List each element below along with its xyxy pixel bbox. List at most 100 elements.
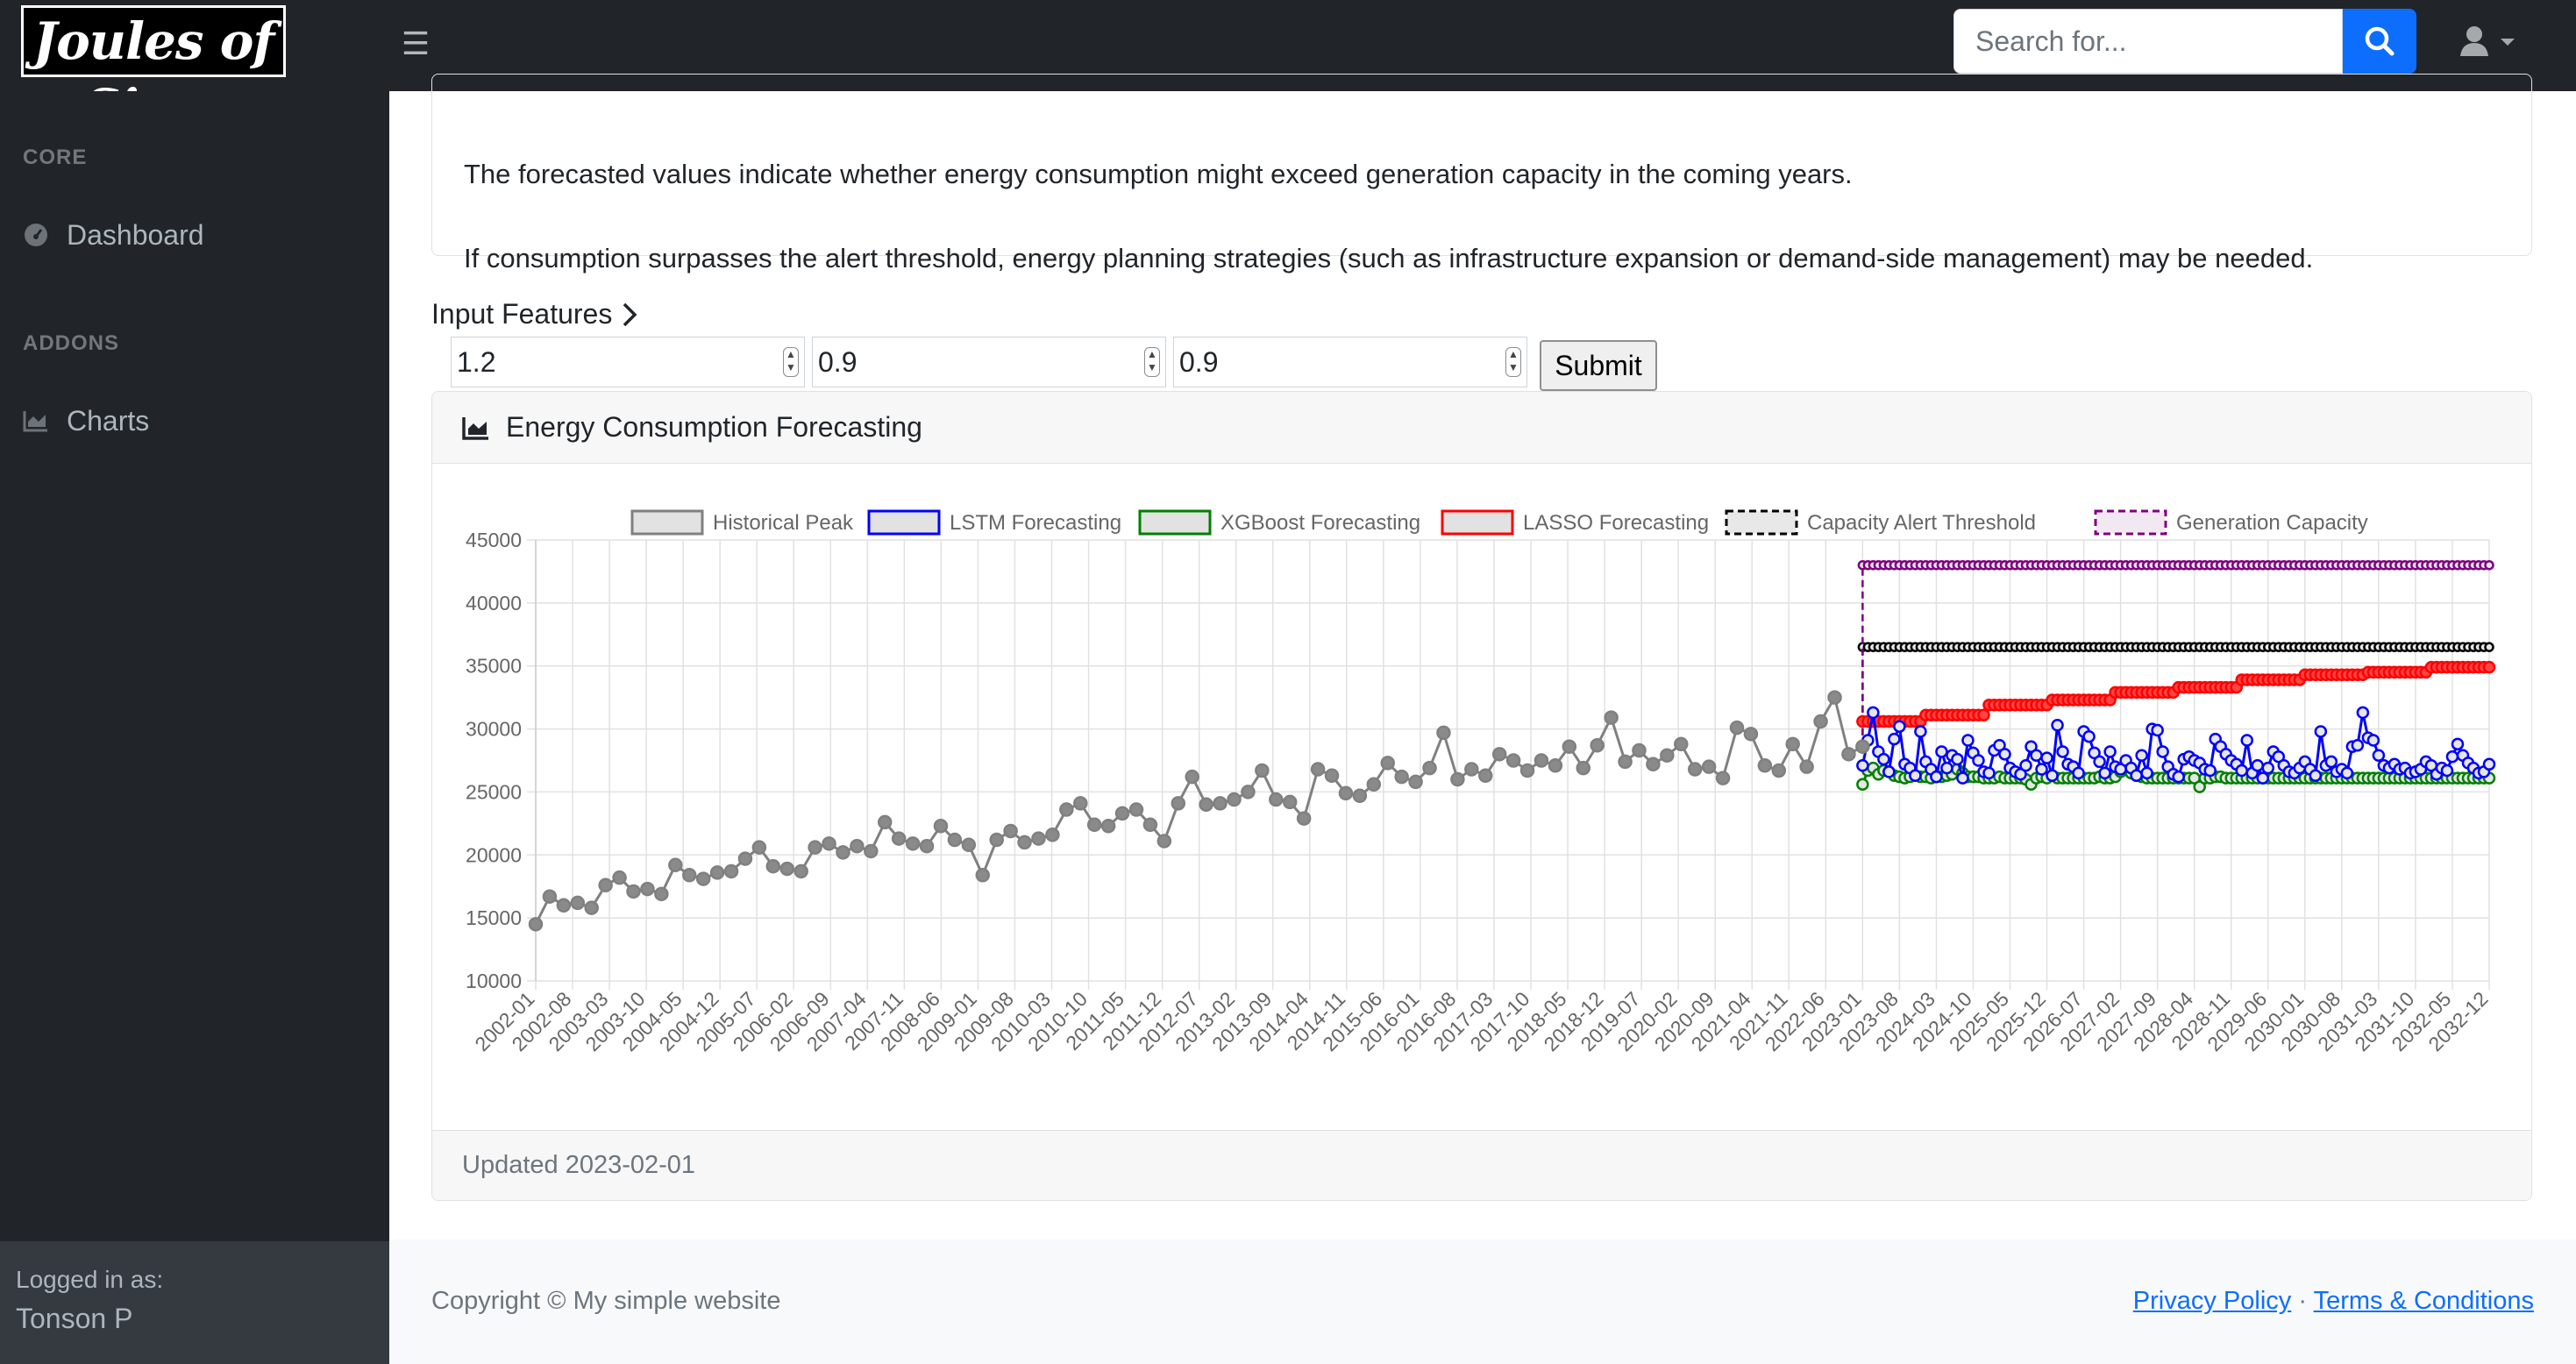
data-point[interactable] [1031, 831, 1046, 846]
data-point[interactable] [1799, 759, 1814, 774]
data-point[interactable] [1729, 720, 1745, 735]
data-point[interactable] [2172, 770, 2185, 784]
data-point[interactable] [864, 843, 879, 859]
data-point[interactable] [556, 898, 572, 913]
data-point[interactable] [1185, 769, 1199, 785]
data-point[interactable] [1701, 759, 1717, 774]
data-point[interactable] [947, 832, 963, 848]
data-point[interactable] [2040, 751, 2053, 764]
data-point[interactable] [1660, 748, 1675, 764]
data-point[interactable] [1576, 760, 1591, 776]
feature-input-1[interactable]: 1.2 ▲ ▼ [451, 337, 805, 387]
data-point[interactable] [905, 836, 921, 851]
data-point[interactable] [626, 884, 641, 899]
data-point[interactable] [1324, 768, 1340, 783]
data-point[interactable] [1100, 818, 1116, 834]
data-point[interactable] [1893, 720, 1906, 733]
data-point[interactable] [1909, 769, 1922, 782]
data-point[interactable] [765, 858, 781, 874]
data-point[interactable] [1961, 734, 1975, 747]
data-point[interactable] [2366, 734, 2380, 747]
data-point[interactable] [989, 832, 1004, 848]
data-point[interactable] [2324, 755, 2338, 769]
data-point[interactable] [1045, 828, 1060, 842]
legend-item[interactable]: Capacity Alert Threshold [1725, 509, 2036, 536]
data-point[interactable] [1059, 802, 1074, 817]
data-point[interactable] [1785, 736, 1800, 752]
data-point[interactable] [1450, 771, 1465, 787]
data-point[interactable] [570, 895, 586, 911]
data-point[interactable] [933, 818, 949, 834]
data-point[interactable] [2351, 739, 2365, 752]
data-point[interactable] [1282, 794, 1298, 810]
data-point[interactable] [1562, 739, 1577, 754]
data-point[interactable] [1505, 753, 1521, 768]
data-point[interactable] [2451, 737, 2465, 751]
data-point[interactable] [2035, 763, 2048, 776]
data-point[interactable] [1003, 823, 1018, 839]
legend-item[interactable]: LASSO Forecasting [1441, 509, 1709, 536]
data-point[interactable] [1394, 769, 1409, 785]
data-point[interactable] [1930, 770, 1943, 784]
feature-input-2[interactable]: 0.9 ▲ ▼ [812, 337, 1166, 387]
data-point[interactable] [2251, 758, 2265, 772]
data-point[interactable] [1171, 796, 1186, 811]
data-point[interactable] [2445, 749, 2459, 764]
data-point[interactable] [612, 870, 627, 885]
data-point[interactable] [1548, 757, 1563, 773]
search-input[interactable] [1953, 9, 2343, 74]
data-point[interactable] [1877, 752, 1890, 766]
spinner-icon[interactable]: ▲ ▼ [1144, 347, 1160, 377]
data-point[interactable] [2019, 758, 2032, 772]
data-point[interactable] [1338, 785, 1354, 801]
data-point[interactable] [2484, 642, 2494, 652]
data-point[interactable] [2235, 764, 2248, 778]
data-point[interactable] [2482, 757, 2496, 771]
data-point[interactable] [961, 837, 977, 853]
data-point[interactable] [2098, 766, 2111, 780]
data-point[interactable] [2093, 755, 2106, 769]
data-point[interactable] [2482, 660, 2496, 674]
sidebar-item-charts[interactable]: Charts [23, 398, 149, 444]
data-point[interactable] [598, 877, 613, 893]
data-point[interactable] [1017, 835, 1032, 850]
data-point[interactable] [737, 851, 753, 866]
data-point[interactable] [1366, 777, 1382, 792]
data-point[interactable] [1687, 762, 1703, 777]
data-point[interactable] [2030, 749, 2043, 763]
data-point[interactable] [584, 900, 599, 915]
data-point[interactable] [1380, 756, 1395, 771]
legend-item[interactable]: Historical Peak [630, 509, 854, 536]
data-point[interactable] [1436, 725, 1451, 741]
legend-item[interactable]: XGBoost Forecasting [1138, 509, 1420, 536]
user-menu[interactable] [2455, 21, 2516, 63]
data-point[interactable] [2340, 766, 2354, 780]
data-point[interactable] [2103, 745, 2117, 758]
data-point[interactable] [723, 863, 739, 879]
data-point[interactable] [1534, 753, 1549, 768]
data-point[interactable] [1199, 797, 1213, 813]
data-point[interactable] [1982, 766, 1996, 780]
data-point[interactable] [1632, 742, 1647, 758]
sidebar-toggle-icon[interactable]: ☰ [396, 25, 435, 63]
data-point[interactable] [1813, 714, 1828, 729]
data-point[interactable] [2082, 729, 2096, 743]
data-point[interactable] [808, 840, 822, 855]
data-point[interactable] [2056, 745, 2069, 758]
data-point[interactable] [1856, 778, 1869, 792]
data-point[interactable] [1882, 765, 1896, 778]
data-point[interactable] [1940, 761, 1953, 775]
data-point[interactable] [1590, 738, 1605, 753]
legend-item[interactable]: LSTM Forecasting [867, 509, 1121, 536]
data-point[interactable] [1086, 817, 1102, 833]
data-point[interactable] [1519, 763, 1535, 778]
data-point[interactable] [1073, 796, 1088, 811]
data-point[interactable] [1422, 760, 1437, 776]
data-point[interactable] [1972, 754, 1985, 767]
data-point[interactable] [1604, 710, 1619, 725]
data-point[interactable] [2372, 749, 2386, 763]
data-point[interactable] [1477, 768, 1493, 783]
data-point[interactable] [1241, 785, 1256, 799]
data-point[interactable] [542, 889, 558, 904]
data-point[interactable] [1674, 736, 1689, 752]
